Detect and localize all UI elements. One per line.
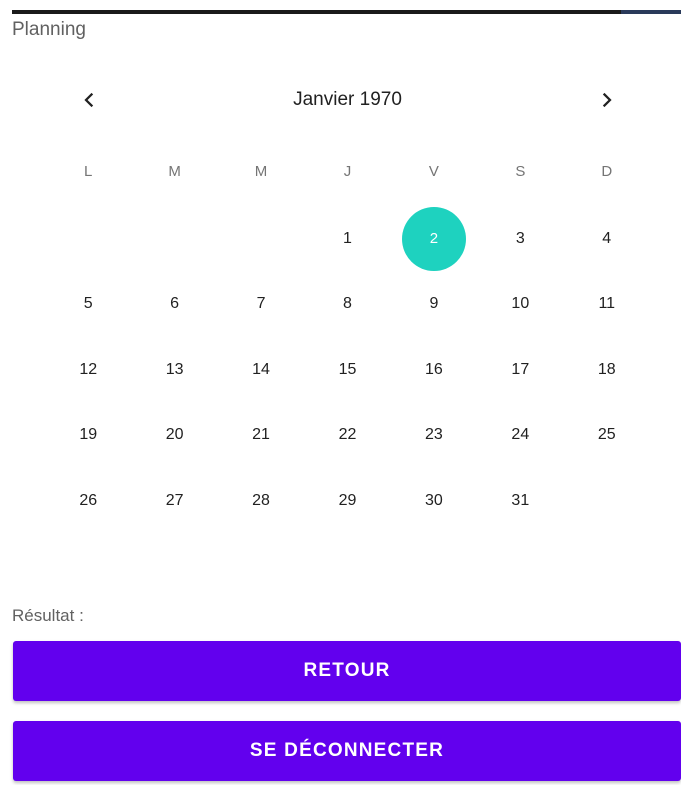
weekday-label: S (515, 163, 526, 180)
day-number: 19 (79, 426, 98, 444)
calendar-day[interactable]: 20 (131, 403, 217, 469)
day-number: 18 (597, 360, 616, 378)
calendar-day[interactable]: 29 (304, 468, 390, 534)
day-number: 15 (338, 360, 357, 378)
result-label: Résultat : (12, 606, 84, 625)
day-number: 1 (343, 229, 352, 247)
weekday-label: L (84, 163, 93, 180)
day-number: 14 (252, 360, 270, 378)
day-number: 17 (511, 360, 530, 378)
day-number: 7 (256, 295, 266, 313)
calendar-day[interactable]: 3 (477, 206, 563, 272)
calendar-day[interactable]: 18 (564, 337, 650, 403)
day-number: 24 (511, 426, 530, 444)
calendar-day[interactable]: 28 (218, 468, 304, 534)
calendar-day[interactable]: 5 (45, 272, 131, 338)
day-number: 31 (511, 491, 530, 509)
weekday-header-row: L M M J V S D (45, 163, 650, 180)
calendar-day[interactable]: 31 (477, 468, 563, 534)
day-number: 3 (515, 229, 525, 247)
day-number: 8 (343, 295, 352, 313)
day-number: 22 (338, 426, 357, 444)
next-month-button[interactable] (589, 82, 625, 118)
day-number: 5 (83, 295, 93, 313)
weekday-label: D (601, 163, 613, 180)
day-number: 23 (425, 426, 443, 444)
day-number: 13 (165, 360, 184, 378)
weekday-label: J (343, 163, 352, 180)
calendar-day-selected[interactable]: 2 (391, 206, 477, 272)
day-number: 29 (338, 491, 357, 509)
calendar-empty-cell (131, 206, 217, 272)
calendar-day[interactable]: 7 (218, 272, 304, 338)
calendar-day[interactable]: 23 (391, 403, 477, 469)
calendar-day[interactable]: 1 (304, 206, 390, 272)
calendar-day[interactable]: 19 (45, 403, 131, 469)
weekday-label: M (254, 163, 268, 180)
calendar-day[interactable]: 15 (304, 337, 390, 403)
calendar-day[interactable]: 25 (564, 403, 650, 469)
calendar-day[interactable]: 21 (218, 403, 304, 469)
weekday-label: M (168, 163, 181, 180)
day-number: 27 (165, 491, 184, 509)
day-number: 10 (511, 295, 530, 313)
day-number: 26 (79, 491, 98, 509)
calendar-day[interactable]: 8 (304, 272, 390, 338)
day-number: 20 (165, 426, 184, 444)
calendar-day[interactable]: 22 (304, 403, 390, 469)
calendar-days-grid: 1 2 3 4 5 6 7 8 9 10 11 12 13 14 15 16 17 18 19 20 21 22 23 24 2… (45, 206, 650, 534)
day-number: 11 (598, 295, 616, 313)
calendar-header: Janvier 1970 (45, 70, 650, 132)
calendar-day[interactable]: 26 (45, 468, 131, 534)
page-title: Planning (12, 19, 86, 40)
day-number: 28 (252, 491, 270, 509)
calendar-day[interactable]: 10 (477, 272, 563, 338)
calendar-day[interactable]: 12 (45, 337, 131, 403)
calendar-day[interactable]: 30 (391, 468, 477, 534)
day-number: 21 (252, 426, 270, 444)
day-number: 9 (429, 295, 439, 313)
calendar-day[interactable]: 16 (391, 337, 477, 403)
calendar-empty-cell (564, 468, 650, 534)
chevron-right-icon (602, 92, 612, 108)
back-button[interactable]: RETOUR (13, 641, 681, 701)
day-number: 2 (429, 230, 439, 248)
calendar-day[interactable]: 9 (391, 272, 477, 338)
day-number: 30 (425, 491, 443, 509)
day-number: 25 (597, 426, 616, 444)
calendar-empty-cell (218, 206, 304, 272)
calendar-empty-cell (45, 206, 131, 272)
calendar-day[interactable]: 4 (564, 206, 650, 272)
month-label: Janvier 1970 (293, 89, 402, 110)
calendar-day[interactable]: 6 (131, 272, 217, 338)
calendar: Janvier 1970 L M M J V S D 1 2 3 4 5 6 7 8 9 10 11… (45, 70, 650, 540)
day-number: 16 (425, 360, 443, 378)
day-number: 12 (79, 360, 98, 378)
calendar-day[interactable]: 24 (477, 403, 563, 469)
weekday-label: V (428, 163, 439, 180)
calendar-day[interactable]: 27 (131, 468, 217, 534)
day-number: 4 (602, 229, 612, 247)
logout-button[interactable]: SE DÉCONNECTER (13, 721, 681, 781)
calendar-day[interactable]: 14 (218, 337, 304, 403)
calendar-day[interactable]: 17 (477, 337, 563, 403)
top-app-bar-edge (12, 10, 681, 14)
calendar-day[interactable]: 11 (564, 272, 650, 338)
day-number: 6 (170, 295, 180, 313)
calendar-day[interactable]: 13 (131, 337, 217, 403)
